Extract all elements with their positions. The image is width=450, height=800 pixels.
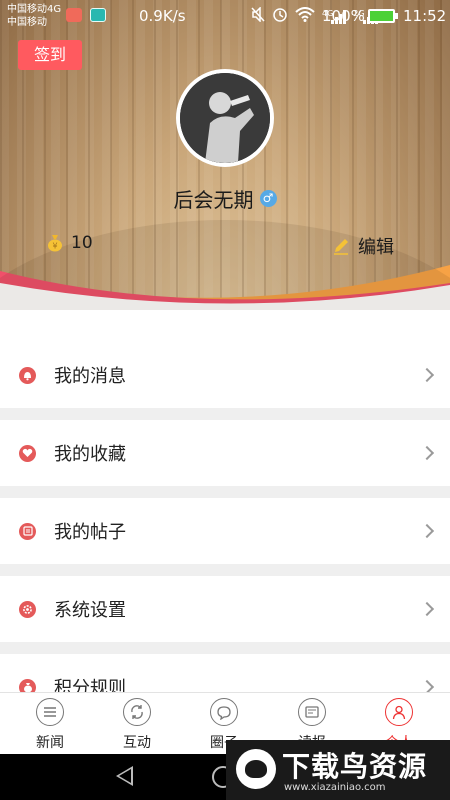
pencil-icon bbox=[334, 239, 348, 255]
divider bbox=[0, 486, 450, 498]
app-notification-icon-2 bbox=[90, 8, 106, 22]
tab-label: 新闻 bbox=[36, 735, 64, 751]
chevron-right-icon bbox=[419, 523, 435, 539]
alarm-icon bbox=[272, 6, 288, 26]
menu-item-settings[interactable]: 系统设置 bbox=[0, 576, 450, 642]
menu-item-messages[interactable]: 我的消息 bbox=[0, 342, 450, 408]
chevron-right-icon bbox=[419, 367, 435, 383]
newspaper-icon bbox=[298, 698, 326, 726]
tab-label: 互动 bbox=[123, 735, 151, 751]
menu-item-label: 我的收藏 bbox=[54, 444, 126, 465]
back-icon[interactable] bbox=[116, 766, 133, 786]
menu-list: 我的消息 我的收藏 我的帖子 系统设置 积分规则 bbox=[0, 310, 450, 720]
signin-button[interactable]: 签到 bbox=[18, 40, 82, 70]
watermark: 下载鸟资源 www.xiazainiao.com bbox=[226, 740, 450, 800]
chevron-right-icon bbox=[419, 601, 435, 617]
coin-bag-icon: ¥ bbox=[48, 235, 62, 252]
menu-item-posts[interactable]: 我的帖子 bbox=[0, 498, 450, 564]
tab-interact[interactable]: 互动 bbox=[102, 698, 172, 752]
menu-item-label: 系统设置 bbox=[54, 600, 126, 621]
menu-lines-icon bbox=[36, 698, 64, 726]
chat-bubble-icon bbox=[210, 698, 238, 726]
divider bbox=[0, 642, 450, 654]
menu-item-favorites[interactable]: 我的收藏 bbox=[0, 420, 450, 486]
watermark-title: 下载鸟资源 bbox=[282, 750, 428, 783]
bird-logo-icon bbox=[236, 749, 276, 789]
wifi-icon bbox=[295, 6, 315, 26]
status-bar: 中国移动4G 中国移动 0.9K/s 4G 2G 100% 11:52 bbox=[0, 0, 450, 32]
carrier-2: 中国移动 bbox=[7, 17, 47, 28]
tab-news[interactable]: 新闻 bbox=[15, 698, 85, 752]
avatar[interactable] bbox=[176, 69, 274, 167]
battery-icon bbox=[368, 9, 398, 23]
male-gender-icon: ♂ bbox=[259, 190, 277, 207]
svg-text:¥: ¥ bbox=[52, 242, 57, 251]
divider bbox=[0, 564, 450, 576]
points-display[interactable]: ¥ 10 bbox=[47, 233, 93, 253]
person-icon bbox=[385, 698, 413, 726]
gear-icon bbox=[19, 600, 36, 618]
header-wave bbox=[0, 265, 450, 310]
carrier-info: 中国移动4G 中国移动 bbox=[7, 3, 61, 29]
points-value: 10 bbox=[71, 233, 93, 253]
edit-profile-button[interactable]: 编辑 bbox=[332, 233, 394, 259]
battery-percent: 100% bbox=[322, 7, 365, 25]
chevron-right-icon bbox=[419, 445, 435, 461]
edit-label: 编辑 bbox=[358, 237, 394, 258]
carrier-1: 中国移动4G bbox=[7, 4, 62, 15]
username: 后会无期 bbox=[173, 188, 254, 212]
avatar-image bbox=[180, 73, 270, 163]
menu-item-label: 我的帖子 bbox=[54, 522, 126, 543]
app-notification-icon bbox=[66, 8, 82, 22]
refresh-icon bbox=[123, 698, 151, 726]
menu-item-label: 我的消息 bbox=[54, 366, 126, 387]
divider bbox=[0, 408, 450, 420]
post-icon bbox=[19, 522, 36, 540]
clock: 11:52 bbox=[403, 7, 447, 25]
spacer bbox=[0, 310, 450, 342]
heart-icon bbox=[19, 444, 36, 462]
net-speed: 0.9K/s bbox=[139, 7, 186, 25]
mute-icon bbox=[251, 5, 265, 26]
bell-icon bbox=[19, 366, 36, 384]
username-row: 后会无期 ♂ bbox=[0, 184, 450, 213]
watermark-url: www.xiazainiao.com bbox=[284, 782, 386, 793]
